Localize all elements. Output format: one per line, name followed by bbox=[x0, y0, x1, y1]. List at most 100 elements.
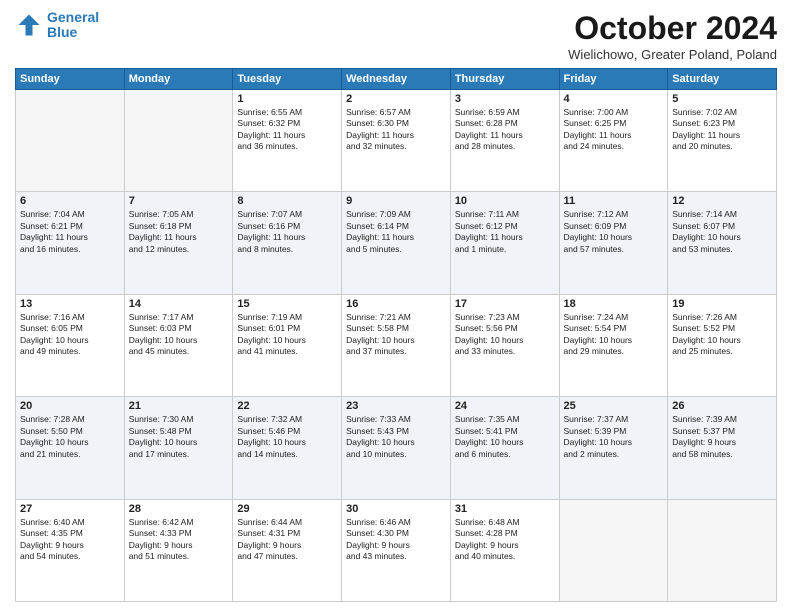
day-number: 22 bbox=[237, 400, 337, 412]
logo-general: General bbox=[47, 9, 99, 25]
table-row: 4 Sunrise: 7:00 AM Sunset: 6:25 PM Daylig… bbox=[559, 90, 668, 192]
cell-details: Sunrise: 7:26 AM Sunset: 5:52 PM Dayligh… bbox=[672, 312, 772, 358]
day-number: 6 bbox=[20, 195, 120, 207]
day-number: 10 bbox=[455, 195, 555, 207]
table-row: 29Sunrise: 6:44 AM Sunset: 4:31 PM Dayli… bbox=[233, 499, 342, 601]
cell-details: Sunrise: 6:40 AM Sunset: 4:35 PM Dayligh… bbox=[20, 517, 120, 563]
day-number: 17 bbox=[455, 298, 555, 310]
table-row: 28Sunrise: 6:42 AM Sunset: 4:33 PM Dayli… bbox=[124, 499, 233, 601]
day-number: 3 bbox=[455, 93, 555, 105]
cell-details: Sunrise: 6:57 AM Sunset: 6:30 PM Dayligh… bbox=[346, 107, 446, 153]
cell-details: Sunrise: 7:16 AM Sunset: 6:05 PM Dayligh… bbox=[20, 312, 120, 358]
day-number: 30 bbox=[346, 503, 446, 515]
cell-details: Sunrise: 7:07 AM Sunset: 6:16 PM Dayligh… bbox=[237, 209, 337, 255]
location: Wielichowo, Greater Poland, Poland bbox=[568, 47, 777, 62]
cell-details: Sunrise: 7:09 AM Sunset: 6:14 PM Dayligh… bbox=[346, 209, 446, 255]
table-row: 26 Sunrise: 7:39 AM Sunset: 5:37 PM Dayli… bbox=[668, 397, 777, 499]
calendar-row: 13 Sunrise: 7:16 AM Sunset: 6:05 PM Dayli… bbox=[16, 294, 777, 396]
table-row: 15 Sunrise: 7:19 AM Sunset: 6:01 PM Dayli… bbox=[233, 294, 342, 396]
day-number: 13 bbox=[20, 298, 120, 310]
cell-details: Sunrise: 7:39 AM Sunset: 5:37 PM Dayligh… bbox=[672, 414, 772, 460]
table-row: 3 Sunrise: 6:59 AM Sunset: 6:28 PM Daylig… bbox=[450, 90, 559, 192]
cell-details: Sunrise: 6:42 AM Sunset: 4:33 PM Dayligh… bbox=[129, 517, 229, 563]
cell-details: Sunrise: 7:19 AM Sunset: 6:01 PM Dayligh… bbox=[237, 312, 337, 358]
day-number: 20 bbox=[20, 400, 120, 412]
table-row: 30 Sunrise: 6:46 AM Sunset: 4:30 PM Dayli… bbox=[342, 499, 451, 601]
calendar-row: 20Sunrise: 7:28 AM Sunset: 5:50 PM Dayli… bbox=[16, 397, 777, 499]
cell-details: Sunrise: 7:14 AM Sunset: 6:07 PM Dayligh… bbox=[672, 209, 772, 255]
cell-details: Sunrise: 7:02 AM Sunset: 6:23 PM Dayligh… bbox=[672, 107, 772, 153]
cell-details: Sunrise: 7:30 AM Sunset: 5:48 PM Dayligh… bbox=[129, 414, 229, 460]
table-row: 16Sunrise: 7:21 AM Sunset: 5:58 PM Dayli… bbox=[342, 294, 451, 396]
table-row: 9 Sunrise: 7:09 AM Sunset: 6:14 PM Daylig… bbox=[342, 192, 451, 294]
day-number: 12 bbox=[672, 195, 772, 207]
cell-details: Sunrise: 7:37 AM Sunset: 5:39 PM Dayligh… bbox=[564, 414, 664, 460]
day-number: 11 bbox=[564, 195, 664, 207]
day-number: 19 bbox=[672, 298, 772, 310]
day-number: 29 bbox=[237, 503, 337, 515]
day-number: 5 bbox=[672, 93, 772, 105]
cell-details: Sunrise: 6:55 AM Sunset: 6:32 PM Dayligh… bbox=[237, 107, 337, 153]
logo-icon bbox=[15, 11, 43, 39]
day-number: 25 bbox=[564, 400, 664, 412]
day-number: 4 bbox=[564, 93, 664, 105]
table-row: 21Sunrise: 7:30 AM Sunset: 5:48 PM Dayli… bbox=[124, 397, 233, 499]
cell-details: Sunrise: 7:04 AM Sunset: 6:21 PM Dayligh… bbox=[20, 209, 120, 255]
cell-details: Sunrise: 7:05 AM Sunset: 6:18 PM Dayligh… bbox=[129, 209, 229, 255]
table-row bbox=[668, 499, 777, 601]
cell-details: Sunrise: 6:59 AM Sunset: 6:28 PM Dayligh… bbox=[455, 107, 555, 153]
day-number: 27 bbox=[20, 503, 120, 515]
col-thursday: Thursday bbox=[450, 69, 559, 90]
cell-details: Sunrise: 7:24 AM Sunset: 5:54 PM Dayligh… bbox=[564, 312, 664, 358]
day-number: 1 bbox=[237, 93, 337, 105]
calendar-row: 1 Sunrise: 6:55 AM Sunset: 6:32 PM Daylig… bbox=[16, 90, 777, 192]
col-saturday: Saturday bbox=[668, 69, 777, 90]
cell-details: Sunrise: 7:11 AM Sunset: 6:12 PM Dayligh… bbox=[455, 209, 555, 255]
page: General Blue October 2024 Wielichowo, Gr… bbox=[0, 0, 792, 612]
table-row: 2 Sunrise: 6:57 AM Sunset: 6:30 PM Daylig… bbox=[342, 90, 451, 192]
cell-details: Sunrise: 6:48 AM Sunset: 4:28 PM Dayligh… bbox=[455, 517, 555, 563]
table-row: 20Sunrise: 7:28 AM Sunset: 5:50 PM Dayli… bbox=[16, 397, 125, 499]
day-number: 7 bbox=[129, 195, 229, 207]
table-row bbox=[16, 90, 125, 192]
cell-details: Sunrise: 6:46 AM Sunset: 4:30 PM Dayligh… bbox=[346, 517, 446, 563]
title-block: October 2024 Wielichowo, Greater Poland,… bbox=[568, 10, 777, 62]
table-row: 1 Sunrise: 6:55 AM Sunset: 6:32 PM Daylig… bbox=[233, 90, 342, 192]
day-number: 18 bbox=[564, 298, 664, 310]
day-number: 16 bbox=[346, 298, 446, 310]
day-number: 31 bbox=[455, 503, 555, 515]
table-row: 8 Sunrise: 7:07 AM Sunset: 6:16 PM Daylig… bbox=[233, 192, 342, 294]
cell-details: Sunrise: 7:33 AM Sunset: 5:43 PM Dayligh… bbox=[346, 414, 446, 460]
table-row: 19 Sunrise: 7:26 AM Sunset: 5:52 PM Dayli… bbox=[668, 294, 777, 396]
table-row: 13 Sunrise: 7:16 AM Sunset: 6:05 PM Dayli… bbox=[16, 294, 125, 396]
day-number: 15 bbox=[237, 298, 337, 310]
day-number: 2 bbox=[346, 93, 446, 105]
cell-details: Sunrise: 7:17 AM Sunset: 6:03 PM Dayligh… bbox=[129, 312, 229, 358]
cell-details: Sunrise: 7:32 AM Sunset: 5:46 PM Dayligh… bbox=[237, 414, 337, 460]
table-row: 31 Sunrise: 6:48 AM Sunset: 4:28 PM Dayli… bbox=[450, 499, 559, 601]
table-row: 10 Sunrise: 7:11 AM Sunset: 6:12 PM Dayli… bbox=[450, 192, 559, 294]
table-row: 24Sunrise: 7:35 AM Sunset: 5:41 PM Dayli… bbox=[450, 397, 559, 499]
table-row: 18 Sunrise: 7:24 AM Sunset: 5:54 PM Dayli… bbox=[559, 294, 668, 396]
day-number: 14 bbox=[129, 298, 229, 310]
table-row: 25 Sunrise: 7:37 AM Sunset: 5:39 PM Dayli… bbox=[559, 397, 668, 499]
table-row bbox=[559, 499, 668, 601]
col-tuesday: Tuesday bbox=[233, 69, 342, 90]
cell-details: Sunrise: 7:35 AM Sunset: 5:41 PM Dayligh… bbox=[455, 414, 555, 460]
month-title: October 2024 bbox=[568, 10, 777, 47]
day-number: 26 bbox=[672, 400, 772, 412]
table-row: 14 Sunrise: 7:17 AM Sunset: 6:03 PM Dayli… bbox=[124, 294, 233, 396]
col-monday: Monday bbox=[124, 69, 233, 90]
logo: General Blue bbox=[15, 10, 99, 41]
table-row: 11Sunrise: 7:12 AM Sunset: 6:09 PM Dayli… bbox=[559, 192, 668, 294]
cell-details: Sunrise: 7:00 AM Sunset: 6:25 PM Dayligh… bbox=[564, 107, 664, 153]
calendar-row: 27 Sunrise: 6:40 AM Sunset: 4:35 PM Dayli… bbox=[16, 499, 777, 601]
table-row: 5 Sunrise: 7:02 AM Sunset: 6:23 PM Daylig… bbox=[668, 90, 777, 192]
table-row: 22 Sunrise: 7:32 AM Sunset: 5:46 PM Dayli… bbox=[233, 397, 342, 499]
col-sunday: Sunday bbox=[16, 69, 125, 90]
calendar-row: 6 Sunrise: 7:04 AM Sunset: 6:21 PM Daylig… bbox=[16, 192, 777, 294]
day-number: 9 bbox=[346, 195, 446, 207]
calendar-table: Sunday Monday Tuesday Wednesday Thursday… bbox=[15, 68, 777, 602]
table-row: 7 Sunrise: 7:05 AM Sunset: 6:18 PM Daylig… bbox=[124, 192, 233, 294]
day-number: 8 bbox=[237, 195, 337, 207]
